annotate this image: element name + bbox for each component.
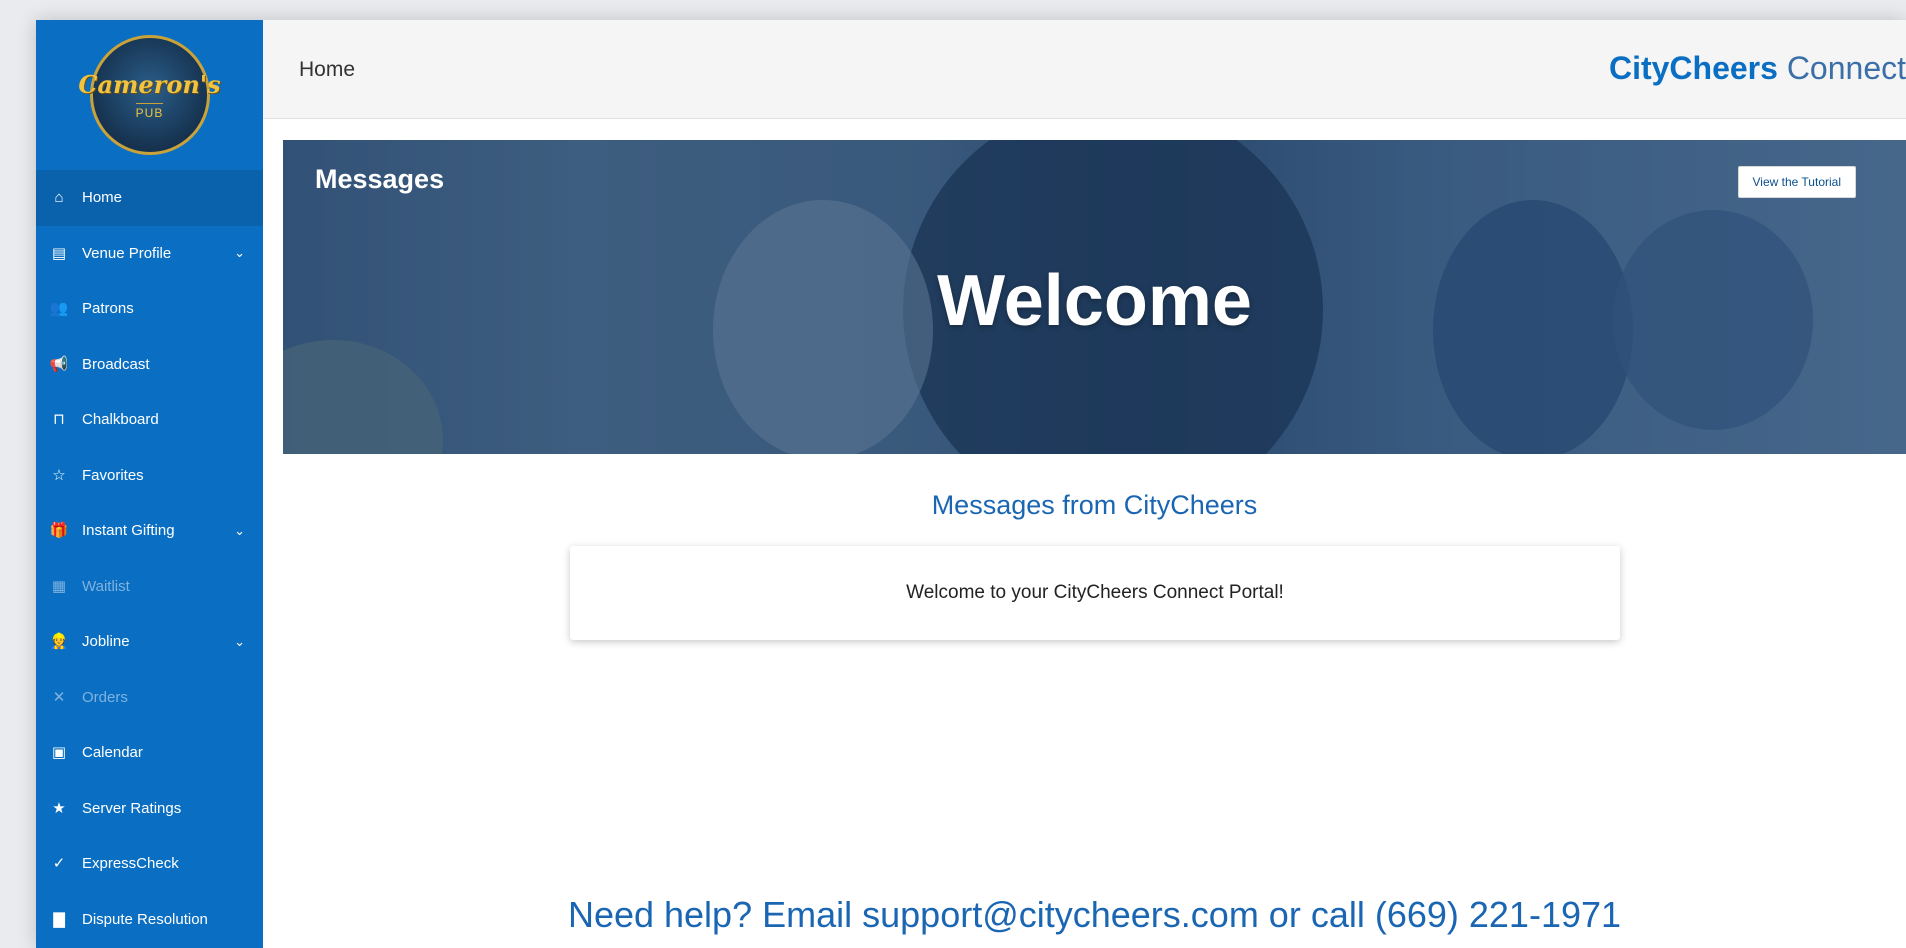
sidebar-item-orders[interactable]: ✕ Orders [36,670,263,726]
sidebar-item-label: Chalkboard [82,411,159,429]
sidebar-item-broadcast[interactable]: 📢 Broadcast [36,337,263,393]
home-icon: ⌂ [54,189,64,207]
star-icon: ☆ [52,466,66,484]
sidebar-item-label: Patrons [82,300,134,318]
sidebar-item-label: Server Ratings [82,799,182,817]
messages-heading: Messages from CityCheers [931,490,1258,520]
sidebar-item-favorites[interactable]: ☆ Favorites [36,448,263,504]
sidebar-item-label: ExpressCheck [82,855,179,873]
chevron-down-icon[interactable]: ⌄ [234,245,245,261]
brand-bold: CityCheers [1608,50,1778,86]
sidebar-nav: ⌂ Home ▤ Venue Profile ⌄ 👥 Patrons 📢 Broadcast ⊓ C… [36,170,263,947]
venue-logo[interactable]: Cameron's PUB [78,35,221,155]
jobline-icon: 👷 [49,633,69,651]
sidebar-item-label: Jobline [82,633,130,651]
message-text: Welcome to your CityCheers Connect Porta… [906,582,1284,603]
calendar-icon: ▣ [51,744,67,762]
sidebar-item-label: Orders [82,688,128,706]
sidebar-item-jobline[interactable]: 👷 Jobline ⌄ [36,614,263,670]
sidebar-item-waitlist[interactable]: ▦ Waitlist [36,559,263,615]
sidebar-item-label: Broadcast [82,355,150,373]
dispute-icon: ▇ [53,910,65,928]
broadcast-icon: 📢 [49,355,69,373]
patrons-icon: 👥 [49,300,69,318]
ratings-icon: ★ [52,799,66,817]
sidebar-item-label: Venue Profile [82,244,172,262]
sidebar-item-label: Favorites [82,466,144,484]
breadcrumb: Home [299,58,356,81]
sidebar-item-calendar[interactable]: ▣ Calendar [36,725,263,781]
view-tutorial-button[interactable]: View the Tutorial [1737,166,1856,198]
message-card: Welcome to your CityCheers Connect Porta… [570,546,1620,640]
sidebar-item-label: Waitlist [82,577,130,595]
brand-logo: CityCheers Connect [1609,50,1906,87]
waitlist-icon: ▦ [51,577,67,595]
welcome-banner: Messages Welcome View the Tutorial [283,140,1906,454]
sidebar-item-label: Calendar [82,744,143,762]
sidebar-item-patrons[interactable]: 👥 Patrons [36,281,263,337]
logo-name: Cameron's [78,70,221,99]
sidebar-item-server-ratings[interactable]: ★ Server Ratings [36,781,263,837]
welcome-heading: Welcome [937,261,1252,341]
sidebar-item-label: Instant Gifting [82,522,175,540]
logo-sub: PUB [135,103,164,120]
logo-area: Cameron's PUB [36,20,263,170]
sidebar: Cameron's PUB ⌂ Home ▤ Venue Profile ⌄ 👥 Patro… [36,20,263,948]
brand-light: Connect [1786,50,1906,86]
app-window: Cameron's PUB ⌂ Home ▤ Venue Profile ⌄ 👥 Patro… [36,20,1906,948]
chevron-down-icon[interactable]: ⌄ [234,634,245,650]
sidebar-item-venue-profile[interactable]: ▤ Venue Profile ⌄ [36,226,263,282]
sidebar-item-expresscheck[interactable]: ✓ ExpressCheck [36,836,263,892]
sidebar-item-label: Dispute Resolution [82,910,208,928]
sidebar-item-home[interactable]: ⌂ Home [36,170,263,226]
sidebar-item-label: Home [82,189,123,207]
orders-icon: ✕ [52,688,66,706]
help-text: Need help? Email support@citycheers.com … [567,894,1622,935]
sidebar-item-chalkboard[interactable]: ⊓ Chalkboard [36,392,263,448]
venue-icon: ▤ [51,244,67,262]
gift-icon: 🎁 [49,522,69,540]
chalkboard-icon: ⊓ [53,411,65,429]
messages-title: Messages [315,164,445,194]
sidebar-item-dispute-resolution[interactable]: ▇ Dispute Resolution [36,892,263,948]
top-header: Home CityCheers Connect [263,20,1906,119]
chevron-down-icon[interactable]: ⌄ [234,523,245,539]
check-icon: ✓ [52,855,66,873]
sidebar-item-instant-gifting[interactable]: 🎁 Instant Gifting ⌄ [36,503,263,559]
